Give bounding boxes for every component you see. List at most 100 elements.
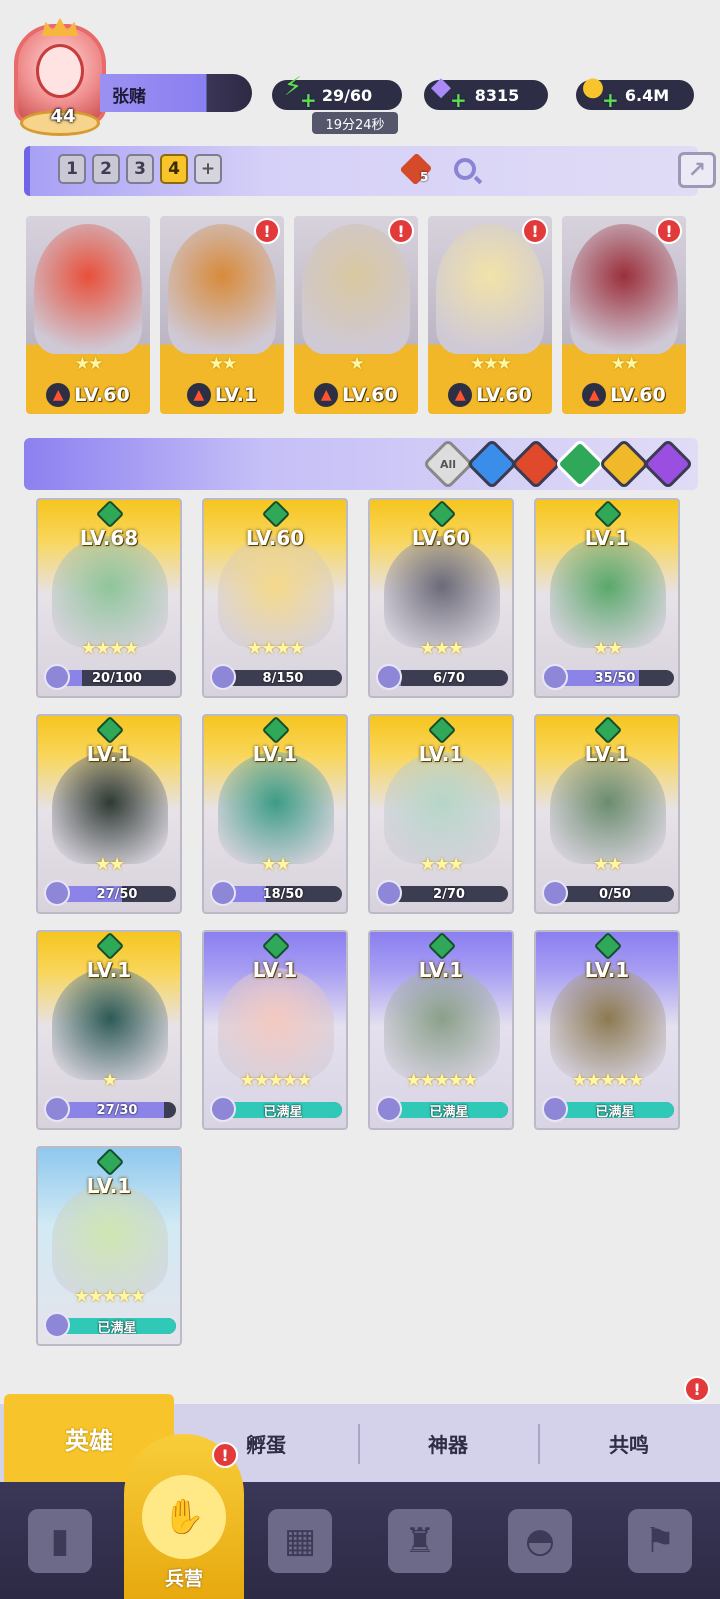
shard-progress: 已满星 bbox=[542, 1096, 674, 1122]
add-team-button[interactable]: + bbox=[194, 154, 222, 184]
map-icon: ▦ bbox=[268, 1508, 332, 1573]
shard-progress-text: 已满星 bbox=[263, 1104, 303, 1119]
shard-icon bbox=[376, 1096, 402, 1122]
hero-stars: ★★★★ bbox=[80, 638, 140, 659]
tab-resonance[interactable]: 共鸣 bbox=[542, 1404, 716, 1482]
shard-progress-bar: 20/100 bbox=[58, 670, 176, 686]
hero-card[interactable]: LV.1 ★★ 0/50 bbox=[534, 714, 680, 914]
tab-divider bbox=[358, 1424, 360, 1464]
hero-stars: ★★★ bbox=[419, 638, 464, 659]
shard-progress: 27/50 bbox=[44, 880, 176, 906]
nav-barracks[interactable]: ✋ 兵营 ! bbox=[124, 1434, 244, 1599]
shard-progress: 已满星 bbox=[44, 1312, 176, 1338]
hero-card[interactable]: LV.1 ★★★★★ 已满星 bbox=[368, 930, 514, 1130]
hero-stars: ★★ bbox=[610, 354, 639, 374]
hero-level: LV.60 bbox=[74, 384, 130, 406]
hero-level: LV.1 bbox=[418, 742, 464, 766]
team-hero-card[interactable]: ★★ ▲ LV.60! bbox=[562, 216, 686, 414]
nav-mushroom[interactable]: ◓ bbox=[480, 1482, 600, 1599]
hero-level: LV.1 bbox=[584, 742, 630, 766]
shard-progress-text: 18/50 bbox=[262, 886, 304, 902]
team-tabs: 1 2 3 4 + bbox=[58, 154, 222, 184]
hero-card[interactable]: LV.1 ★★★★★ 已满星 bbox=[36, 1146, 182, 1346]
hero-level: LV.1 bbox=[86, 958, 132, 982]
hero-level: LV.60 bbox=[610, 384, 666, 406]
team-hero-card[interactable]: ★★ ▲ LV.1! bbox=[160, 216, 284, 414]
nav-map[interactable]: ▦ bbox=[240, 1482, 360, 1599]
shard-progress-bar: 已满星 bbox=[390, 1102, 508, 1118]
hero-portrait bbox=[52, 1184, 168, 1296]
team-tab-2[interactable]: 2 bbox=[92, 154, 120, 184]
hero-card[interactable]: LV.1 ★ 27/30 bbox=[36, 930, 182, 1130]
add-energy-icon[interactable]: + bbox=[300, 88, 317, 112]
hero-card[interactable]: LV.1 ★★ 27/50 bbox=[36, 714, 182, 914]
dark-icon[interactable] bbox=[642, 438, 694, 490]
hero-stars: ★ bbox=[349, 354, 364, 374]
team-hero-card[interactable]: ★ ▲ LV.60! bbox=[294, 216, 418, 414]
hero-card[interactable]: LV.68 ★★★★ 20/100 bbox=[36, 498, 182, 698]
hero-portrait bbox=[52, 752, 168, 864]
hero-level: LV.1 bbox=[418, 958, 464, 982]
shard-progress-text: 35/50 bbox=[594, 670, 636, 686]
hero-card[interactable]: LV.1 ★★★ 2/70 bbox=[368, 714, 514, 914]
hero-card[interactable]: LV.1 ★★★★★ 已满星 bbox=[202, 930, 348, 1130]
hero-card[interactable]: LV.60 ★★★ 6/70 bbox=[368, 498, 514, 698]
shard-progress-bar: 0/50 bbox=[556, 886, 674, 902]
shard-progress-bar: 2/70 bbox=[390, 886, 508, 902]
all-icon[interactable]: All bbox=[422, 438, 474, 490]
hero-level: LV.60 bbox=[476, 384, 532, 406]
hero-portrait bbox=[550, 536, 666, 648]
hero-level: LV.1 bbox=[252, 742, 298, 766]
hero-card[interactable]: LV.1 ★★ 18/50 bbox=[202, 714, 348, 914]
hero-portrait bbox=[550, 968, 666, 1080]
shard-icon bbox=[210, 1096, 236, 1122]
hero-portrait bbox=[302, 224, 410, 354]
element-filter-bar: All bbox=[24, 438, 698, 490]
shard-progress: 18/50 bbox=[210, 880, 342, 906]
team-tab-3[interactable]: 3 bbox=[126, 154, 154, 184]
add-gems-icon[interactable]: + bbox=[450, 88, 467, 112]
shard-icon bbox=[542, 880, 568, 906]
energy-value: 29/60 bbox=[321, 85, 373, 105]
nature-icon[interactable] bbox=[554, 438, 606, 490]
team-element-count: 5 bbox=[420, 170, 429, 184]
team-hero-card[interactable]: ★★★ ▲ LV.60! bbox=[428, 216, 552, 414]
shard-progress-bar: 35/50 bbox=[556, 670, 674, 686]
share-icon[interactable]: ↗ bbox=[678, 152, 716, 188]
team-tab-4[interactable]: 4 bbox=[160, 154, 188, 184]
filter-label bbox=[609, 449, 639, 479]
fire-element-icon: ▲ bbox=[186, 383, 211, 407]
team-hero-card[interactable]: ★★ ▲ LV.60 bbox=[26, 216, 150, 414]
nature-element-icon bbox=[95, 1148, 125, 1177]
nav-banner[interactable]: ⚑ bbox=[600, 1482, 720, 1599]
team-tab-1[interactable]: 1 bbox=[58, 154, 86, 184]
shard-progress: 2/70 bbox=[376, 880, 508, 906]
fire-icon[interactable] bbox=[510, 438, 562, 490]
light-icon[interactable] bbox=[598, 438, 650, 490]
nature-element-icon bbox=[95, 932, 125, 961]
nature-element-icon bbox=[593, 716, 623, 745]
player-avatar[interactable]: 44 bbox=[14, 18, 106, 136]
hero-stars: ★★ bbox=[208, 354, 237, 374]
hero-level: LV.60 bbox=[411, 526, 471, 550]
fire-element-icon: ▲ bbox=[582, 383, 607, 407]
nav-castle[interactable]: ♜ bbox=[360, 1482, 480, 1599]
shard-progress-text: 27/30 bbox=[96, 1102, 138, 1118]
hero-level: LV.1 bbox=[584, 958, 630, 982]
hero-stars: ★★ bbox=[592, 638, 623, 659]
hero-card[interactable]: LV.1 ★★★★★ 已满星 bbox=[534, 930, 680, 1130]
add-coins-icon[interactable]: + bbox=[602, 88, 619, 112]
tab-artifacts[interactable]: 神器 bbox=[362, 1404, 534, 1482]
shard-progress-bar: 6/70 bbox=[390, 670, 508, 686]
search-icon[interactable] bbox=[454, 158, 476, 180]
water-icon[interactable] bbox=[466, 438, 518, 490]
hero-card[interactable]: LV.60 ★★★★ 8/150 bbox=[202, 498, 348, 698]
hero-card[interactable]: LV.1 ★★ 35/50 bbox=[534, 498, 680, 698]
tab-divider bbox=[538, 1424, 540, 1464]
shard-progress-bar: 8/150 bbox=[224, 670, 342, 686]
filter-label bbox=[653, 449, 683, 479]
gem-value: 8315 bbox=[474, 85, 520, 105]
nav-cards[interactable]: ▮ bbox=[0, 1482, 120, 1599]
shard-progress-text: 已满星 bbox=[429, 1104, 469, 1119]
player-name-bar[interactable]: 张赌 bbox=[100, 74, 252, 112]
